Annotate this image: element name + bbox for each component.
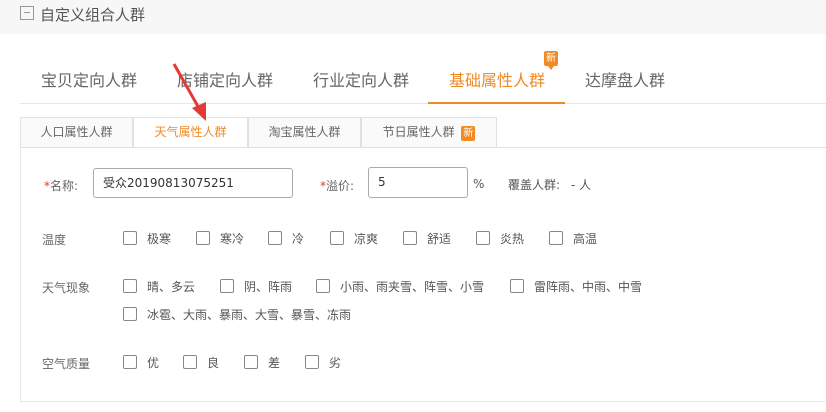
air-quality-option[interactable]: 劣	[305, 353, 341, 371]
audience-group-icon	[20, 6, 34, 20]
checkbox[interactable]	[196, 231, 210, 245]
annotation-arrow-icon	[172, 63, 206, 121]
checkbox[interactable]	[183, 355, 197, 369]
active-tab-indicator	[428, 102, 565, 104]
tab-industry-targeting[interactable]: 行业定向人群	[313, 67, 409, 91]
option-label: 极寒	[147, 231, 172, 246]
temperature-option[interactable]: 舒适	[403, 229, 451, 247]
checkbox[interactable]	[510, 279, 524, 293]
checkbox[interactable]	[220, 279, 234, 293]
option-label: 劣	[329, 355, 342, 370]
premium-label-text: 溢价:	[326, 179, 355, 193]
premium-input[interactable]: 5	[368, 167, 468, 198]
premium-unit: %	[473, 177, 485, 191]
tab-divider	[20, 103, 826, 104]
subtab-holiday[interactable]: 节日属性人群 新	[361, 117, 497, 147]
checkbox[interactable]	[244, 355, 258, 369]
weather-option[interactable]: 小雨、雨夹雪、阵雪、小雪	[316, 277, 484, 295]
option-label: 舒适	[427, 231, 452, 246]
subtab-taobao[interactable]: 淘宝属性人群	[248, 117, 361, 147]
page-header: 自定义组合人群	[0, 0, 826, 34]
checkbox[interactable]	[305, 355, 319, 369]
new-badge: 新	[544, 51, 558, 70]
air-quality-label: 空气质量	[42, 357, 91, 371]
subtab-demographic[interactable]: 人口属性人群	[20, 117, 133, 147]
weather-option[interactable]: 阴、阵雨	[220, 277, 292, 295]
temperature-option[interactable]: 炎热	[476, 229, 524, 247]
option-label: 炎热	[500, 231, 525, 246]
air-quality-option[interactable]: 差	[244, 353, 280, 371]
checkbox[interactable]	[316, 279, 330, 293]
form-border	[20, 147, 21, 402]
air-quality-option[interactable]: 良	[183, 353, 219, 371]
form-border	[20, 401, 826, 402]
checkbox[interactable]	[123, 279, 137, 293]
option-label: 高温	[573, 231, 598, 246]
name-input[interactable]: 受众20190813075251	[93, 168, 293, 198]
new-badge: 新	[461, 126, 476, 141]
checkbox[interactable]	[330, 231, 344, 245]
option-label: 寒冷	[220, 231, 245, 246]
option-label: 冷	[292, 231, 305, 246]
premium-label: *溢价:	[320, 177, 354, 194]
weather-label: 天气现象	[42, 281, 91, 295]
weather-option[interactable]: 晴、多云	[123, 277, 195, 295]
temperature-option[interactable]: 极寒	[123, 229, 171, 247]
tab-damopan[interactable]: 达摩盘人群	[585, 67, 665, 91]
option-label: 晴、多云	[147, 279, 196, 294]
weather-option[interactable]: 雷阵雨、中雨、中雪	[510, 277, 642, 295]
checkbox[interactable]	[123, 231, 137, 245]
subtab-divider	[20, 147, 826, 148]
weather-option[interactable]: 冰雹、大雨、暴雨、大雪、暴雪、冻雨	[123, 305, 351, 323]
name-label-text: 名称:	[50, 179, 79, 193]
checkbox[interactable]	[403, 231, 417, 245]
option-label: 凉爽	[354, 231, 379, 246]
temperature-option[interactable]: 凉爽	[330, 229, 378, 247]
tab-basic-attributes[interactable]: 基础属性人群	[449, 67, 545, 91]
page-title: 自定义组合人群	[40, 6, 146, 24]
temperature-option[interactable]: 高温	[549, 229, 597, 247]
tab-item-targeting[interactable]: 宝贝定向人群	[41, 67, 137, 91]
name-label: *名称:	[44, 177, 78, 194]
checkbox[interactable]	[549, 231, 563, 245]
option-label: 冰雹、大雨、暴雨、大雪、暴雪、冻雨	[147, 307, 352, 322]
temperature-label: 温度	[42, 233, 67, 247]
coverage-label: 覆盖人群:	[508, 178, 561, 192]
option-label: 小雨、雨夹雪、阵雪、小雪	[340, 279, 485, 294]
coverage-value: - 人	[571, 178, 592, 192]
temperature-option[interactable]: 寒冷	[196, 229, 244, 247]
option-label: 优	[147, 355, 160, 370]
option-label: 良	[207, 355, 220, 370]
option-label: 阴、阵雨	[244, 279, 293, 294]
air-quality-option[interactable]: 优	[123, 353, 159, 371]
checkbox[interactable]	[123, 355, 137, 369]
option-label: 差	[268, 355, 281, 370]
checkbox[interactable]	[123, 307, 137, 321]
subtab-holiday-label: 节日属性人群	[382, 125, 455, 139]
temperature-option[interactable]: 冷	[268, 229, 304, 247]
checkbox[interactable]	[268, 231, 282, 245]
checkbox[interactable]	[476, 231, 490, 245]
option-label: 雷阵雨、中雨、中雪	[534, 279, 643, 294]
